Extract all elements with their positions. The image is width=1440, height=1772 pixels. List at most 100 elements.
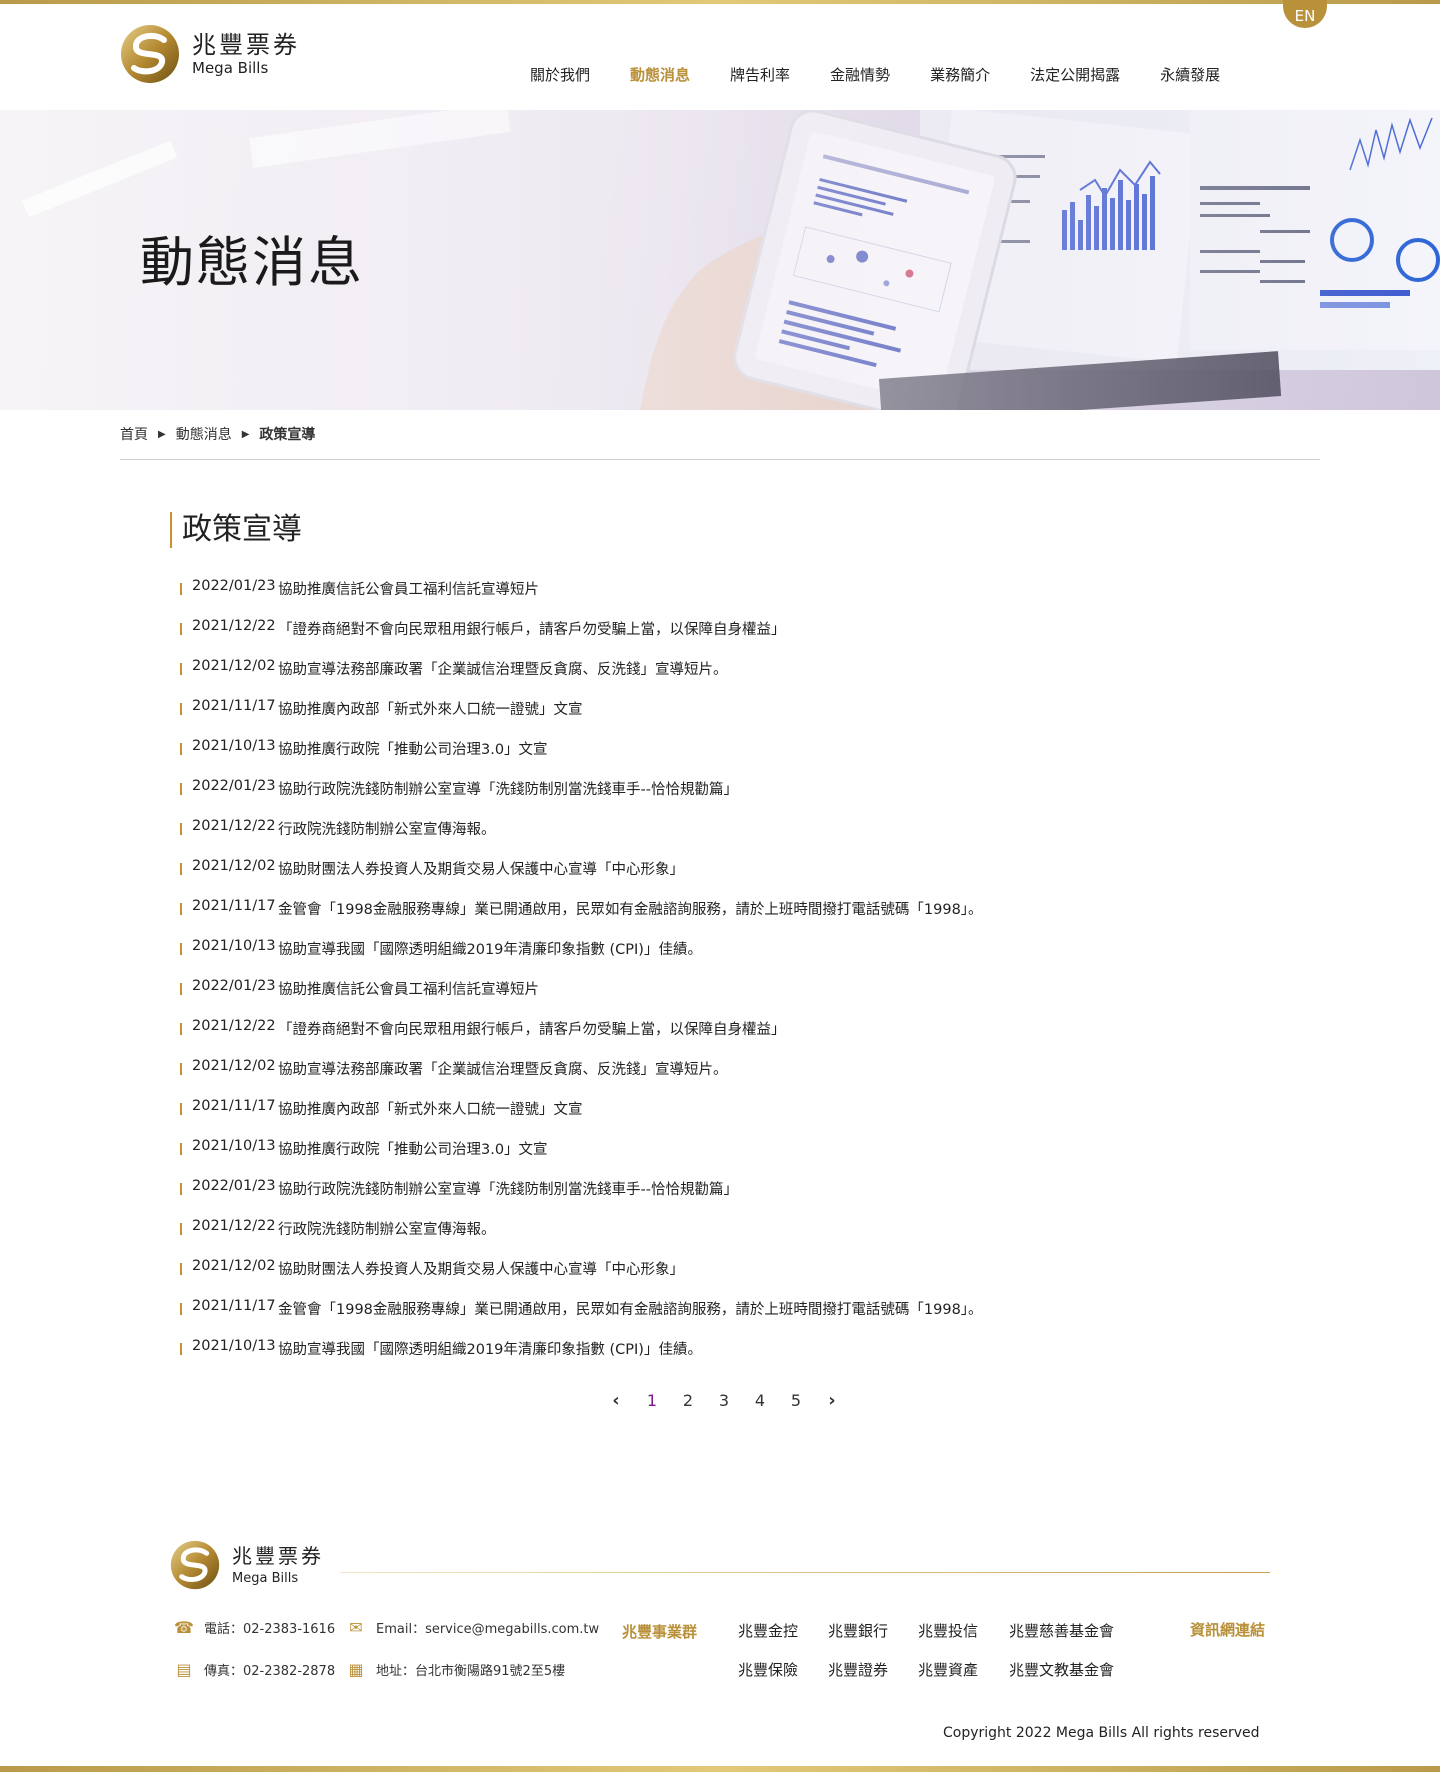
logo-chinese-name: 兆豐票券	[192, 31, 300, 59]
news-date: 2021/10/13	[192, 938, 276, 954]
news-item[interactable]: 2021/11/17 金管會「1998金融服務專線」業已開通啟用，民眾如有金融諮詢…	[180, 898, 1180, 938]
news-item[interactable]: 2021/10/13 協助宣導我國「國際透明組織2019年清廉印象指數 (CPI)…	[180, 938, 1180, 978]
footer-link-bank[interactable]: 兆豐銀行	[828, 1620, 918, 1641]
news-title[interactable]: 協助推廣內政部「新式外來人口統一證號」文宣	[278, 1098, 583, 1119]
page-3[interactable]: 3	[706, 1391, 742, 1410]
news-date: 2021/10/13	[192, 1338, 276, 1354]
copyright: Copyright 2022 Mega Bills All rights res…	[943, 1725, 1260, 1741]
news-title[interactable]: 協助行政院洗錢防制辦公室宣導「洗錢防制別當洗錢車手--恰恰規勸篇」	[278, 778, 738, 799]
nav-item-about[interactable]: 關於我們	[530, 64, 590, 85]
footer-logo[interactable]: 兆豐票券 Mega Bills	[170, 1540, 324, 1590]
nav-item-news[interactable]: 動態消息	[630, 64, 690, 85]
news-title[interactable]: 協助推廣行政院「推動公司治理3.0」文宣	[278, 738, 548, 759]
site-logo[interactable]: 兆豐票券 Mega Bills	[120, 24, 300, 84]
news-title[interactable]: 協助財團法人券投資人及期貨交易人保護中心宣導「中心形象」	[278, 1258, 684, 1279]
nav-item-rates[interactable]: 牌告利率	[730, 64, 790, 85]
footer-email-text[interactable]: Email：service@megabills.com.tw	[376, 1618, 599, 1637]
news-title[interactable]: 協助推廣信託公會員工福利信託宣導短片	[278, 978, 539, 999]
list-bullet-icon	[180, 1263, 182, 1275]
footer-address-text: 地址：台北市衡陽路91號2至5樓	[376, 1664, 566, 1679]
footer-link-education-foundation[interactable]: 兆豐文教基金會	[1009, 1659, 1129, 1680]
page-2[interactable]: 2	[670, 1391, 706, 1410]
news-title[interactable]: 協助行政院洗錢防制辦公室宣導「洗錢防制別當洗錢車手--恰恰規勸篇」	[278, 1178, 738, 1199]
list-bullet-icon	[180, 1023, 182, 1035]
news-title[interactable]: 協助推廣行政院「推動公司治理3.0」文宣	[278, 1138, 548, 1159]
news-item[interactable]: 2021/12/02 協助財團法人券投資人及期貨交易人保護中心宣導「中心形象」	[180, 858, 1180, 898]
breadcrumb: 首頁 ▶ 動態消息 ▶ 政策宣導	[120, 424, 315, 444]
news-item[interactable]: 2021/12/02 協助宣導法務部廉政署「企業誠信治理暨反貪腐、反洗錢」宣導短片…	[180, 658, 1180, 698]
footer-group-links: 兆豐金控 兆豐銀行 兆豐投信 兆豐慈善基金會 兆豐保險 兆豐證券 兆豐資產 兆豐…	[738, 1620, 1129, 1680]
news-item[interactable]: 2021/12/22 行政院洗錢防制辦公室宣傳海報。	[180, 1218, 1180, 1258]
news-title[interactable]: 協助推廣內政部「新式外來人口統一證號」文宣	[278, 698, 583, 719]
pagination: ‹ 1 2 3 4 5 ›	[598, 1390, 850, 1411]
news-item[interactable]: 2022/01/23 協助行政院洗錢防制辦公室宣導「洗錢防制別當洗錢車手--恰恰規…	[180, 778, 1180, 818]
breadcrumb-divider	[120, 459, 1320, 460]
breadcrumb-separator-icon: ▶	[241, 428, 250, 440]
page-1[interactable]: 1	[634, 1391, 670, 1410]
nav-item-financial-situation[interactable]: 金融情勢	[830, 64, 890, 85]
news-item[interactable]: 2021/12/22 「證券商絕對不會向民眾租用銀行帳戶，請客戶勿受騙上當，以保障…	[180, 1018, 1180, 1058]
nav-item-business[interactable]: 業務簡介	[930, 64, 990, 85]
news-item[interactable]: 2022/01/23 協助行政院洗錢防制辦公室宣導「洗錢防制別當洗錢車手--恰恰規…	[180, 1178, 1180, 1218]
page-4[interactable]: 4	[742, 1391, 778, 1410]
news-item[interactable]: 2021/10/13 協助推廣行政院「推動公司治理3.0」文宣	[180, 738, 1180, 778]
footer-link-asset[interactable]: 兆豐資產	[918, 1659, 1009, 1680]
nav-item-sustainability[interactable]: 永續發展	[1160, 64, 1220, 85]
logo-mark-icon	[121, 25, 179, 83]
news-title[interactable]: 協助宣導我國「國際透明組織2019年清廉印象指數 (CPI)」佳績。	[278, 1338, 702, 1359]
list-bullet-icon	[180, 743, 182, 755]
news-item[interactable]: 2022/01/23 協助推廣信託公會員工福利信託宣導短片	[180, 578, 1180, 618]
news-title[interactable]: 行政院洗錢防制辦公室宣傳海報。	[278, 1218, 496, 1239]
footer-link-insurance[interactable]: 兆豐保險	[738, 1659, 828, 1680]
news-title[interactable]: 協助推廣信託公會員工福利信託宣導短片	[278, 578, 539, 599]
news-title[interactable]: 「證券商絕對不會向民眾租用銀行帳戶，請客戶勿受騙上當，以保障自身權益」	[278, 1018, 786, 1039]
chevron-right-icon[interactable]: ›	[814, 1390, 850, 1411]
news-item[interactable]: 2021/10/13 協助宣導我國「國際透明組織2019年清廉印象指數 (CPI)…	[180, 1338, 1180, 1378]
news-title[interactable]: 行政院洗錢防制辦公室宣傳海報。	[278, 818, 496, 839]
news-date: 2021/11/17	[192, 1298, 276, 1314]
list-bullet-icon	[180, 583, 182, 595]
footer-link-holding[interactable]: 兆豐金控	[738, 1620, 828, 1641]
news-item[interactable]: 2021/11/17 協助推廣內政部「新式外來人口統一證號」文宣	[180, 698, 1180, 738]
news-date: 2022/01/23	[192, 578, 276, 594]
footer-group-label: 兆豐事業群	[622, 1623, 698, 1641]
news-title[interactable]: 協助宣導我國「國際透明組織2019年清廉印象指數 (CPI)」佳績。	[278, 938, 702, 959]
news-item[interactable]: 2021/12/22 行政院洗錢防制辦公室宣傳海報。	[180, 818, 1180, 858]
news-item[interactable]: 2021/10/13 協助推廣行政院「推動公司治理3.0」文宣	[180, 1138, 1180, 1178]
news-title[interactable]: 協助宣導法務部廉政署「企業誠信治理暨反貪腐、反洗錢」宣導短片。	[278, 1058, 728, 1079]
news-date: 2021/12/22	[192, 618, 276, 634]
nav-item-disclosure[interactable]: 法定公開揭露	[1030, 64, 1120, 85]
bottom-accent-bar	[0, 1766, 1440, 1772]
main-nav: 關於我們 動態消息 牌告利率 金融情勢 業務簡介 法定公開揭露 永續發展	[530, 64, 1260, 85]
news-date: 2021/11/17	[192, 898, 276, 914]
breadcrumb-home[interactable]: 首頁	[120, 424, 148, 444]
news-item[interactable]: 2021/11/17 協助推廣內政部「新式外來人口統一證號」文宣	[180, 1098, 1180, 1138]
list-bullet-icon	[180, 1223, 182, 1235]
list-bullet-icon	[180, 1143, 182, 1155]
footer-address: ▦ 地址：台北市衡陽路91號2至5樓	[346, 1660, 565, 1679]
list-bullet-icon	[180, 703, 182, 715]
news-title[interactable]: 金管會「1998金融服務專線」業已開通啟用，民眾如有金融諮詢服務，請於上班時間撥…	[278, 898, 983, 919]
news-item[interactable]: 2021/12/02 協助宣導法務部廉政署「企業誠信治理暨反貪腐、反洗錢」宣導短片…	[180, 1058, 1180, 1098]
footer-link-investment-trust[interactable]: 兆豐投信	[918, 1620, 1009, 1641]
breadcrumb-news[interactable]: 動態消息	[176, 424, 232, 444]
news-title[interactable]: 「證券商絕對不會向民眾租用銀行帳戶，請客戶勿受騙上當，以保障自身權益」	[278, 618, 786, 639]
news-item[interactable]: 2022/01/23 協助推廣信託公會員工福利信託宣導短片	[180, 978, 1180, 1018]
news-title[interactable]: 金管會「1998金融服務專線」業已開通啟用，民眾如有金融諮詢服務，請於上班時間撥…	[278, 1298, 983, 1319]
list-bullet-icon	[180, 863, 182, 875]
chevron-left-icon[interactable]: ‹	[598, 1390, 634, 1411]
footer-link-securities[interactable]: 兆豐證券	[828, 1659, 918, 1680]
news-title[interactable]: 協助宣導法務部廉政署「企業誠信治理暨反貪腐、反洗錢」宣導短片。	[278, 658, 728, 679]
language-switch-button[interactable]: EN	[1283, 0, 1327, 28]
news-date: 2021/12/02	[192, 658, 276, 674]
news-item[interactable]: 2021/11/17 金管會「1998金融服務專線」業已開通啟用，民眾如有金融諮詢…	[180, 1298, 1180, 1338]
news-item[interactable]: 2021/12/22 「證券商絕對不會向民眾租用銀行帳戶，請客戶勿受騙上當，以保障…	[180, 618, 1180, 658]
footer-fax: ▤ 傳真：02-2382-2878	[174, 1660, 335, 1679]
page-5[interactable]: 5	[778, 1391, 814, 1410]
news-date: 2021/10/13	[192, 738, 276, 754]
news-title[interactable]: 協助財團法人券投資人及期貨交易人保護中心宣導「中心形象」	[278, 858, 684, 879]
news-date: 2022/01/23	[192, 1178, 276, 1194]
footer-link-charity-foundation[interactable]: 兆豐慈善基金會	[1009, 1620, 1129, 1641]
news-item[interactable]: 2021/12/02 協助財團法人券投資人及期貨交易人保護中心宣導「中心形象」	[180, 1258, 1180, 1298]
footer-info-link[interactable]: 資訊網連結	[1190, 1619, 1265, 1640]
